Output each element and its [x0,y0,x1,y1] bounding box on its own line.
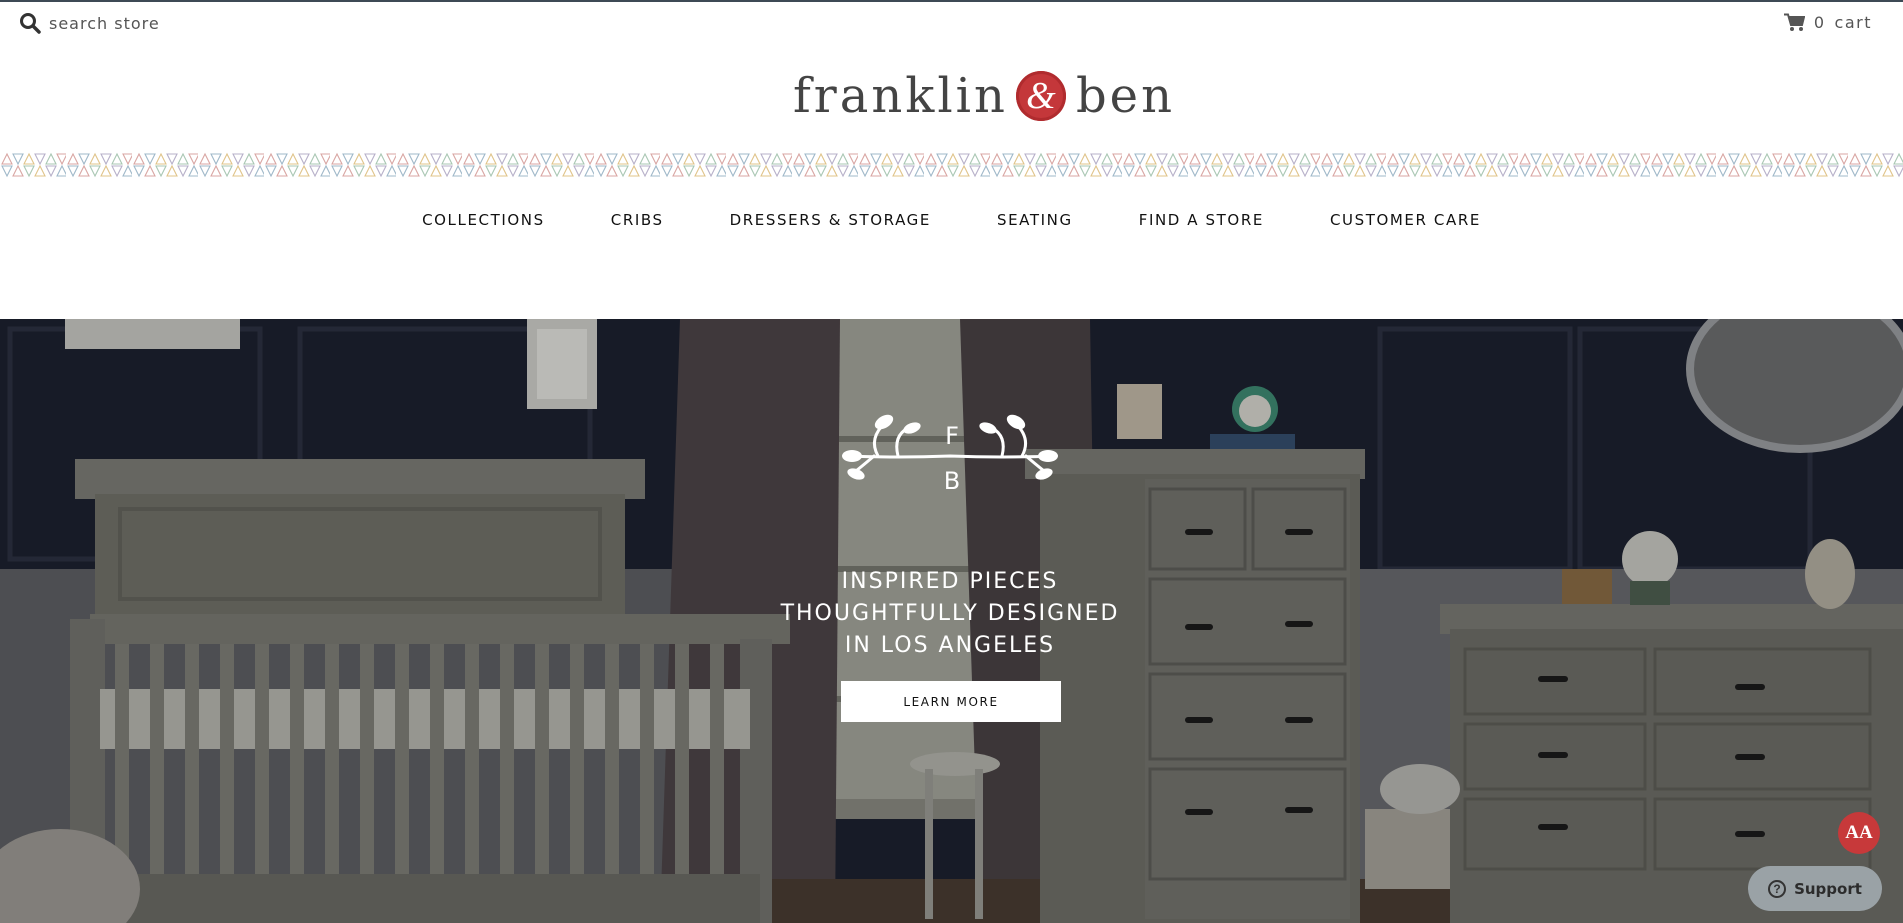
main-nav: COLLECTIONS CRIBS DRESSERS & STORAGE SEA… [0,211,1903,229]
monogram-letter-b: B [943,467,961,495]
tagline-line-2: THOUGHTFULLY DESIGNED [780,601,1120,626]
triangle-pattern-divider [0,151,1903,179]
support-button[interactable]: ? Support [1748,866,1882,911]
search-icon[interactable] [19,12,41,34]
nav-item-collections[interactable]: COLLECTIONS [422,211,545,229]
nav-item-dressers-storage[interactable]: DRESSERS & STORAGE [730,211,931,229]
accessibility-widget-button[interactable]: AA [1838,812,1880,854]
search-input[interactable]: search store [49,14,160,33]
logo-ampersand-badge: & [1015,71,1066,121]
hero-tagline: INSPIRED PIECES THOUGHTFULLY DESIGNED IN… [700,566,1200,662]
cart-link[interactable]: 0 cart [1783,13,1872,32]
cart-icon [1783,13,1805,31]
top-border [0,0,1903,2]
nav-item-customer-care[interactable]: CUSTOMER CARE [1330,211,1481,229]
site-logo[interactable]: franklin & ben [793,64,1175,128]
learn-more-button[interactable]: LEARN MORE [841,681,1061,722]
cart-label: cart [1834,13,1872,32]
logo-word-franklin: franklin [793,68,1008,124]
hero-banner: F B INSPIRED PIECES THOUGHTFULLY DESIGNE… [0,319,1903,923]
nav-item-find-a-store[interactable]: FIND A STORE [1139,211,1264,229]
tagline-line-1: INSPIRED PIECES [841,569,1059,594]
search-bar[interactable]: search store [19,10,160,36]
monogram-letter-f: F [945,422,959,450]
support-label: Support [1794,879,1862,898]
cart-count: 0 [1813,13,1826,32]
nav-item-seating[interactable]: SEATING [997,211,1073,229]
logo-word-ben: ben [1075,68,1175,124]
help-icon: ? [1768,879,1787,898]
tagline-line-3: IN LOS ANGELES [844,633,1056,658]
nav-item-cribs[interactable]: CRIBS [611,211,664,229]
